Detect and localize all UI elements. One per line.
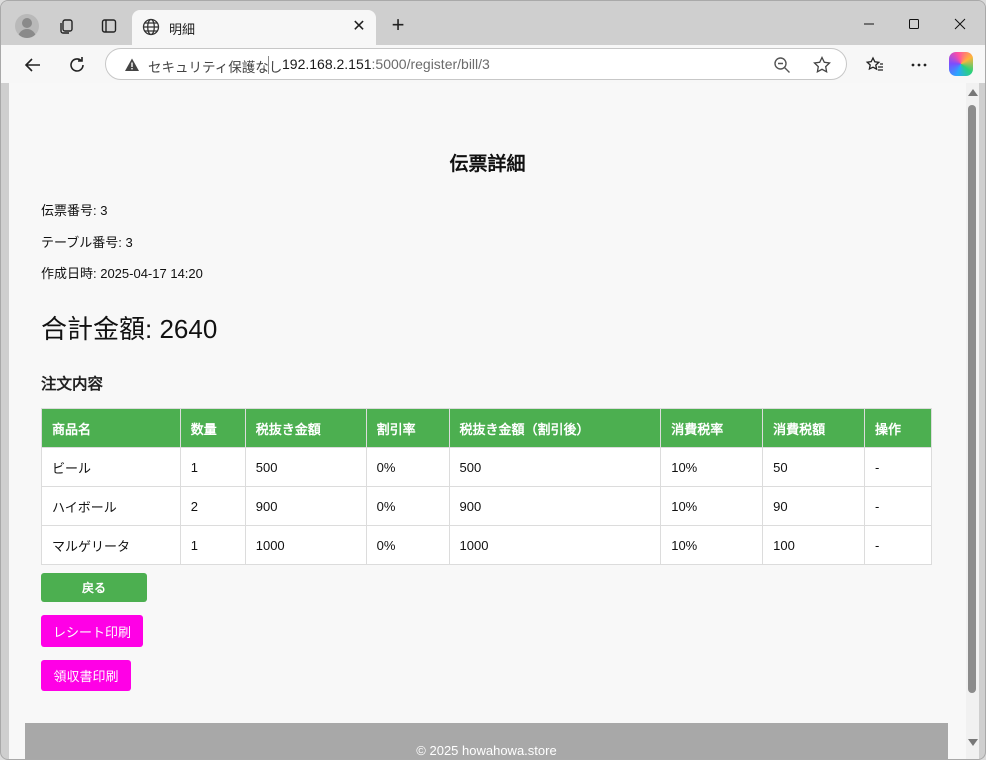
print-receipt-button[interactable]: レシート印刷 [41, 615, 143, 647]
address-separator [268, 56, 269, 74]
cell-discount: 0% [365, 525, 450, 565]
cell-tax-amount: 90 [762, 486, 865, 526]
favorite-star-icon[interactable] [812, 55, 832, 75]
minimize-icon[interactable] [852, 11, 886, 37]
column-header: 消費税額 [762, 408, 865, 448]
column-header: 商品名 [41, 408, 181, 448]
tab-actions-icon[interactable] [96, 13, 122, 39]
cell-action: - [864, 525, 932, 565]
page-viewport: 伝票詳細 伝票番号: 3 テーブル番号: 3 作成日時: 2025-04-17 … [9, 83, 979, 759]
cell-discount: 0% [365, 447, 450, 487]
cell-quantity: 1 [179, 525, 246, 565]
cell-discounted-price: 900 [448, 486, 662, 526]
column-header: 消費税率 [660, 408, 764, 448]
created-at: 作成日時: 2025-04-17 14:20 [41, 266, 203, 281]
scrollbar-thumb[interactable] [968, 105, 976, 693]
back-icon[interactable] [19, 51, 47, 79]
footer-copyright: © 2025 howahowa.store [416, 743, 557, 758]
table-row: ビール 1 500 0% 500 10% 50 - [41, 447, 932, 487]
tab-active[interactable]: 明細 ✕ [132, 10, 376, 45]
back-button[interactable]: 戻る [41, 573, 147, 602]
cell-price: 900 [244, 486, 367, 526]
copilot-icon[interactable] [949, 52, 973, 76]
total-amount: 合計金額: 2640 [41, 314, 218, 344]
zoom-out-icon[interactable] [772, 55, 792, 75]
favorites-icon[interactable] [861, 51, 889, 79]
table-row: ハイボール 2 900 0% 900 10% 90 - [41, 486, 932, 526]
new-tab-icon[interactable]: + [385, 13, 411, 39]
cell-price: 500 [244, 447, 367, 487]
maximize-icon[interactable] [897, 11, 931, 37]
scroll-down-icon[interactable] [968, 739, 978, 746]
vertical-scrollbar[interactable] [966, 83, 979, 759]
column-header: 操作 [864, 408, 932, 448]
cell-item-name: マルゲリータ [41, 525, 181, 565]
cell-tax-rate: 10% [660, 486, 764, 526]
cell-price: 1000 [244, 525, 367, 565]
column-header: 割引率 [365, 408, 450, 448]
cell-tax-rate: 10% [660, 447, 764, 487]
tab-close-icon[interactable]: ✕ [350, 18, 368, 36]
tab-strip: 明細 ✕ + [1, 1, 985, 45]
cell-discounted-price: 1000 [448, 525, 662, 565]
url-path: :5000/register/bill/3 [371, 56, 490, 72]
table-header-row: 商品名 数量 税抜き金額 割引率 税抜き金額（割引後） 消費税率 消費税額 操作 [41, 408, 932, 448]
cell-action: - [864, 486, 932, 526]
url-text[interactable]: 192.168.2.151:5000/register/bill/3 [282, 56, 490, 72]
cell-tax-amount: 100 [762, 525, 865, 565]
cell-discounted-price: 500 [448, 447, 662, 487]
page-title: 伝票詳細 [449, 154, 526, 175]
profile-icon[interactable] [15, 14, 39, 38]
cell-item-name: ハイボール [41, 486, 181, 526]
column-header: 税抜き金額（割引後） [448, 408, 662, 448]
cell-quantity: 2 [179, 486, 246, 526]
cell-quantity: 1 [179, 447, 246, 487]
orders-heading: 注文内容 [41, 376, 104, 393]
warning-icon[interactable] [124, 57, 140, 73]
scroll-up-icon[interactable] [968, 89, 978, 96]
security-label[interactable]: セキュリティ保護なし [148, 56, 282, 76]
cell-action: - [864, 447, 932, 487]
cell-tax-amount: 50 [762, 447, 865, 487]
browser-window: 明細 ✕ + セキュリティ保護なし 192.168.2.151:5000/reg [0, 0, 986, 760]
orders-table: 商品名 数量 税抜き金額 割引率 税抜き金額（割引後） 消費税率 消費税額 操作… [41, 408, 932, 565]
collections-icon[interactable] [54, 13, 80, 39]
cell-tax-rate: 10% [660, 525, 764, 565]
browser-toolbar: セキュリティ保護なし 192.168.2.151:5000/register/b… [1, 45, 985, 83]
close-window-icon[interactable] [943, 11, 977, 37]
tab-title: 明細 [169, 22, 196, 37]
cell-discount: 0% [365, 486, 450, 526]
globe-icon [142, 18, 160, 36]
table-number: テーブル番号: 3 [41, 235, 133, 250]
url-host: 192.168.2.151 [282, 56, 372, 72]
refresh-icon[interactable] [63, 51, 91, 79]
bill-number: 伝票番号: 3 [41, 203, 108, 218]
page-footer: © 2025 howahowa.store [25, 723, 948, 759]
cell-item-name: ビール [41, 447, 181, 487]
column-header: 税抜き金額 [244, 408, 367, 448]
more-icon[interactable] [905, 51, 933, 79]
print-ryoshu-button[interactable]: 領収書印刷 [41, 660, 131, 691]
address-bar[interactable]: セキュリティ保護なし 192.168.2.151:5000/register/b… [105, 48, 847, 80]
column-header: 数量 [179, 408, 246, 448]
table-row: マルゲリータ 1 1000 0% 1000 10% 100 - [41, 525, 932, 565]
